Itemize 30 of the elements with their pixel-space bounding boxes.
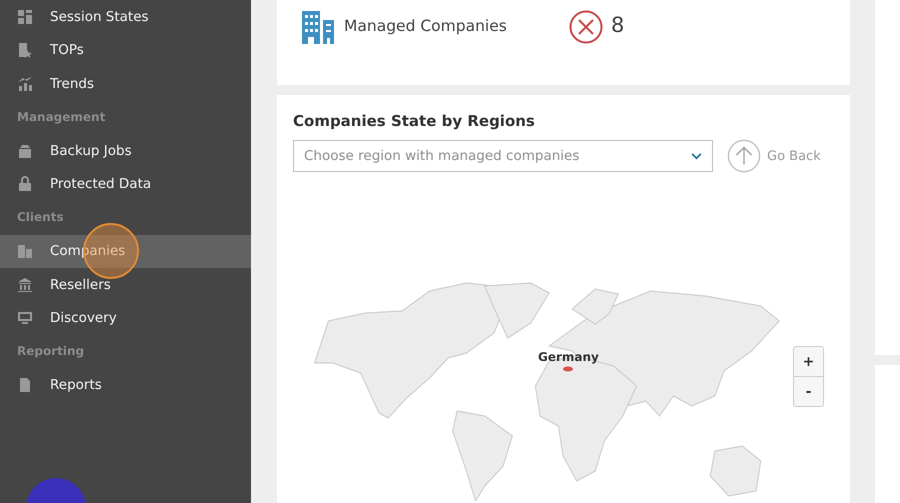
menu-item-icon bbox=[17, 8, 33, 25]
sidebar-item[interactable]: Discovery bbox=[0, 302, 251, 335]
sidebar-item[interactable]: TOPs bbox=[0, 34, 251, 67]
sidebar-item[interactable]: Backup Jobs bbox=[0, 134, 251, 168]
sidebar-item[interactable]: Resellers bbox=[0, 268, 251, 302]
zoom-out-button[interactable]: - bbox=[794, 376, 823, 406]
menu-item-icon bbox=[17, 176, 33, 192]
highlighted-country bbox=[563, 366, 573, 372]
card-title: Companies State by Regions bbox=[293, 112, 536, 130]
sidebar-item[interactable]: Protected Data bbox=[0, 168, 251, 201]
sidebar-item[interactable]: Session States bbox=[0, 0, 251, 34]
company-count: 8 bbox=[611, 13, 624, 37]
menu-item-icon bbox=[17, 42, 33, 58]
menu-item-icon bbox=[17, 310, 33, 326]
map-region-label: Germany bbox=[538, 350, 599, 364]
sidebar-section-label: Clients bbox=[16, 209, 65, 226]
chevron-down-icon bbox=[691, 152, 702, 160]
menu-item-icon bbox=[17, 243, 33, 260]
menu-item-icon bbox=[17, 142, 33, 159]
zoom-in-button[interactable]: + bbox=[794, 347, 823, 376]
arrow-up-icon bbox=[727, 139, 761, 173]
sidebar-item[interactable]: Trends bbox=[0, 67, 251, 100]
menu-item-icon bbox=[17, 377, 33, 394]
sidebar-item[interactable]: Reports bbox=[0, 368, 251, 402]
sidebar-section-label: Reporting bbox=[16, 343, 86, 360]
menu-item-icon bbox=[17, 76, 33, 92]
sidebar-section-label: Management bbox=[16, 108, 106, 126]
summary-label: Managed Companies bbox=[344, 17, 508, 35]
menu-item-icon bbox=[17, 276, 33, 293]
buildings-icon bbox=[301, 10, 335, 44]
